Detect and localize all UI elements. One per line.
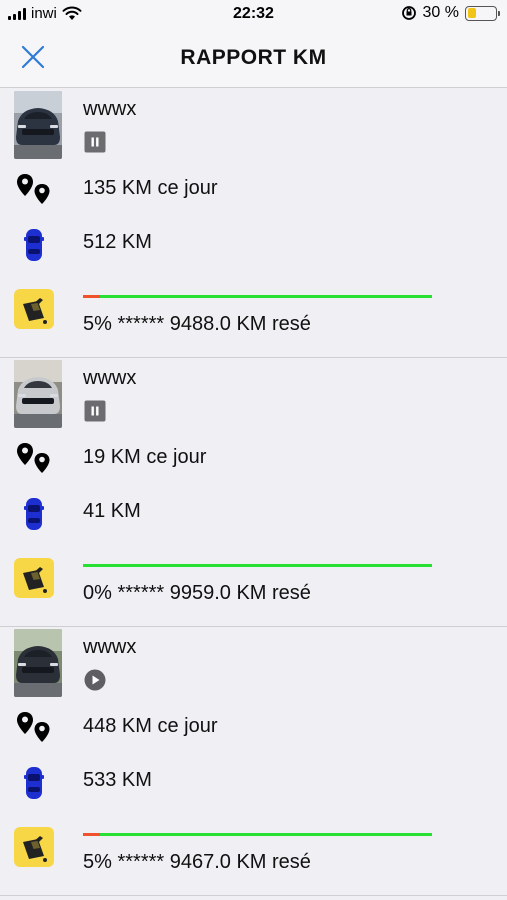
page-title: RAPPORT KM <box>180 46 327 69</box>
today-distance: 135 KM ce jour <box>83 177 218 199</box>
fuel-icon <box>14 827 54 867</box>
pause-icon <box>84 131 106 153</box>
battery-percent: 30 % <box>422 4 459 21</box>
total-distance: 533 KM <box>83 769 152 791</box>
rotation-lock-icon <box>401 6 416 20</box>
fuel-level-bar <box>83 564 432 567</box>
vehicle-card[interactable]: wwwx 135 KM ce jour 512 KM 5% ****** 948… <box>0 89 507 358</box>
total-distance: 512 KM <box>83 231 152 253</box>
battery-icon <box>465 5 500 21</box>
fuel-icon <box>14 289 54 329</box>
status-bar: inwi 22:32 30 % <box>0 0 507 28</box>
navigation-bar: RAPPORT KM <box>0 28 507 88</box>
play-icon <box>84 669 106 691</box>
vehicle-photo <box>14 91 62 159</box>
vehicle-name: wwwx <box>83 636 137 658</box>
vehicle-card[interactable]: wwwx 19 KM ce jour 41 KM 0% ****** 9959.… <box>0 358 507 627</box>
car-icon <box>14 763 54 803</box>
map-pins-icon <box>14 171 54 211</box>
vehicle-photo <box>14 360 62 428</box>
vehicle-name: wwwx <box>83 367 137 389</box>
fuel-level-bar <box>83 833 432 836</box>
vehicle-state-button[interactable] <box>84 400 106 422</box>
map-pins-icon <box>14 440 54 480</box>
vehicle-name: wwwx <box>83 98 137 120</box>
vehicle-card[interactable]: wwwx 448 KM ce jour 533 KM 5% ****** 946… <box>0 627 507 896</box>
today-distance: 19 KM ce jour <box>83 446 207 468</box>
status-right: 30 % <box>401 4 500 22</box>
map-pins-icon <box>14 709 54 749</box>
today-distance: 448 KM ce jour <box>83 715 218 737</box>
car-icon <box>14 494 54 534</box>
vehicle-list: wwwx 135 KM ce jour 512 KM 5% ****** 948… <box>0 89 507 896</box>
vehicle-state-button[interactable] <box>84 131 106 153</box>
fuel-remaining-text: 5% ****** 9467.0 KM resé <box>83 851 311 873</box>
vehicle-state-button[interactable] <box>84 669 106 691</box>
pause-icon <box>84 400 106 422</box>
vehicle-photo <box>14 629 62 697</box>
fuel-level-bar <box>83 295 432 298</box>
total-distance: 41 KM <box>83 500 141 522</box>
fuel-icon <box>14 558 54 598</box>
fuel-remaining-text: 5% ****** 9488.0 KM resé <box>83 313 311 335</box>
car-icon <box>14 225 54 265</box>
fuel-remaining-text: 0% ****** 9959.0 KM resé <box>83 582 311 604</box>
